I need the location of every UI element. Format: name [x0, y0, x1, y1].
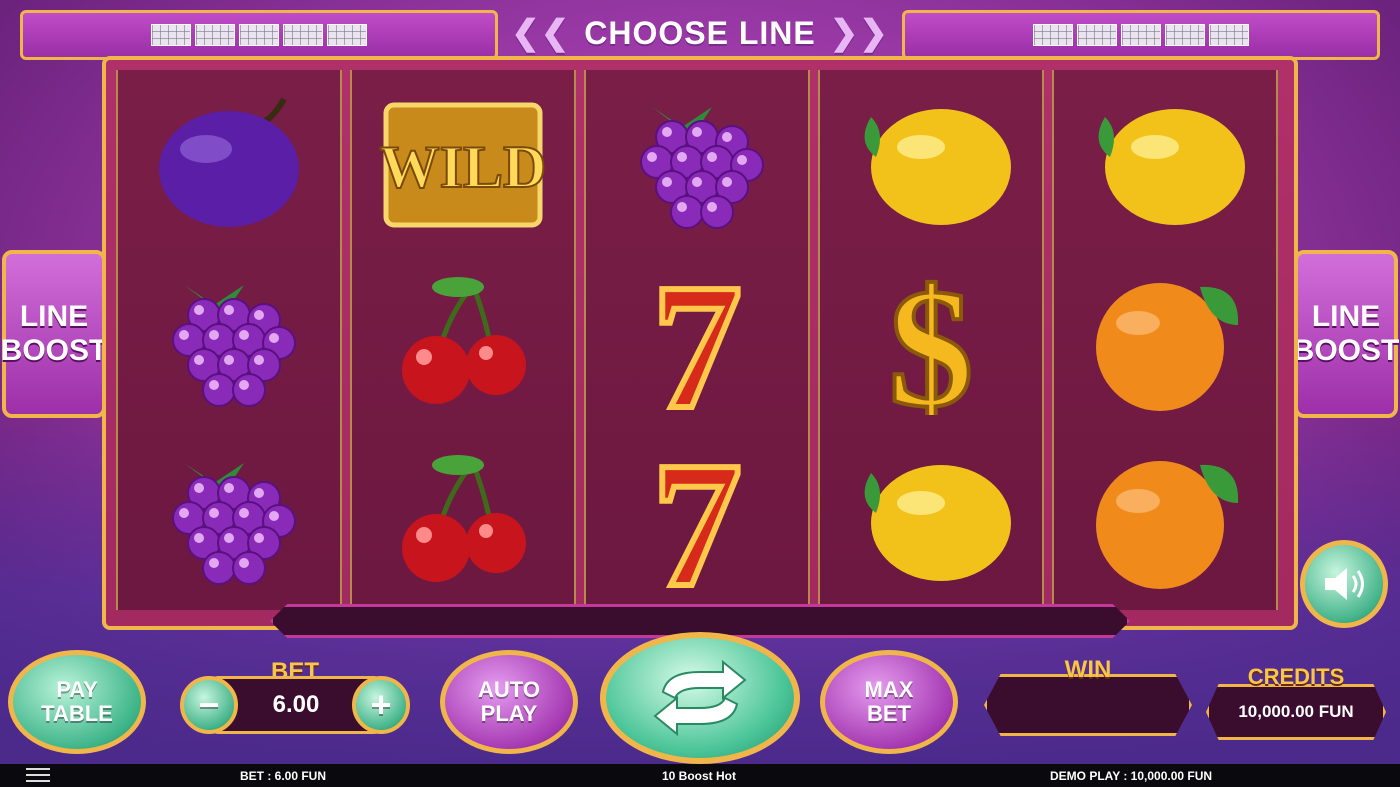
credits-value: 10,000.00 FUN	[1206, 684, 1386, 740]
line-box	[195, 24, 235, 46]
previous-line-arrow[interactable]: ❮❮	[511, 13, 570, 53]
lemon-symbol	[820, 74, 1042, 250]
reel-1	[116, 70, 342, 610]
line-box	[1165, 24, 1205, 46]
auto-play-label-1: AUTO	[478, 677, 540, 702]
line-indicator-left	[20, 10, 498, 60]
speaker-icon	[1325, 568, 1364, 600]
pay-table-label-1: PAY	[56, 677, 98, 702]
status-footer: BET : 6.00 FUN 10 Boost Hot DEMO PLAY : …	[0, 764, 1400, 787]
line-boost-label-boost: BOOST	[0, 334, 108, 367]
win-display: WIN	[984, 656, 1192, 740]
line-boost-button-right[interactable]: LINE BOOST	[1292, 250, 1400, 418]
svg-text:7: 7	[652, 265, 742, 415]
plum-symbol	[118, 74, 340, 250]
line-box	[327, 24, 367, 46]
auto-play-button[interactable]: AUTO PLAY	[440, 650, 578, 754]
lemon-symbol	[1054, 74, 1276, 250]
pay-table-button[interactable]: PAY TABLE	[8, 650, 146, 754]
choose-line-label: CHOOSE LINE	[584, 14, 816, 51]
win-label: WIN	[1064, 656, 1112, 683]
spin-button[interactable]	[600, 632, 800, 764]
next-line-arrow[interactable]: ❯❯	[830, 13, 889, 53]
reel-frame: WILD 7 7 $	[102, 56, 1298, 630]
line-boost-button-left[interactable]: LINE BOOST	[0, 250, 108, 418]
spin-icon	[653, 659, 747, 737]
footer-demo-balance: DEMO PLAY : 10,000.00 FUN	[1050, 769, 1213, 783]
max-bet-button[interactable]: MAX BET	[820, 650, 958, 754]
wild-label: WILD	[380, 134, 547, 200]
dollar-symbol: $	[820, 252, 1042, 428]
credits-label: CREDITS	[1247, 664, 1345, 689]
line-boost-label-line: LINE	[1311, 300, 1381, 333]
footer-bet: BET : 6.00 FUN	[240, 769, 327, 783]
seven-symbol: 7	[586, 430, 808, 606]
grapes-symbol	[118, 252, 340, 428]
max-bet-label-1: MAX	[864, 677, 914, 702]
increase-bet-button[interactable]: +	[352, 676, 410, 734]
cherry-symbol	[352, 252, 574, 428]
reel-5	[1052, 70, 1278, 610]
pay-table-label-2: TABLE	[41, 701, 113, 726]
decrease-bet-button[interactable]: −	[180, 676, 238, 734]
seven-symbol: 7	[586, 252, 808, 428]
line-box	[1033, 24, 1073, 46]
max-bet-label-2: BET	[866, 701, 911, 726]
line-box	[283, 24, 323, 46]
svg-text:$: $	[889, 265, 974, 415]
credits-display: 10,000.00 FUN CREDITS	[1206, 664, 1386, 744]
orange-symbol	[1054, 430, 1276, 606]
line-boost-label-line: LINE	[19, 300, 89, 333]
wild-symbol: WILD	[352, 74, 574, 250]
line-box	[1209, 24, 1249, 46]
line-box	[1121, 24, 1161, 46]
reel-3: 77	[584, 70, 810, 610]
line-box	[151, 24, 191, 46]
bet-control: BET 6.00 − +	[180, 658, 410, 738]
lemon-symbol	[820, 430, 1042, 606]
line-box	[1077, 24, 1117, 46]
reel-4: $	[818, 70, 1044, 610]
auto-play-label-2: PLAY	[480, 701, 538, 726]
cherry-symbol	[352, 430, 574, 606]
grapes-symbol	[586, 74, 808, 250]
sound-toggle-button[interactable]	[1300, 540, 1388, 628]
orange-symbol	[1054, 252, 1276, 428]
line-box	[239, 24, 279, 46]
game-title: 10 Boost Hot	[662, 769, 737, 783]
line-boost-label-boost: BOOST	[1292, 334, 1400, 367]
grapes-symbol	[118, 430, 340, 606]
menu-icon[interactable]	[26, 768, 50, 782]
line-indicator-right	[902, 10, 1380, 60]
reel-2: WILD	[350, 70, 576, 610]
choose-line-header: ❮❮ CHOOSE LINE ❯❯	[500, 12, 900, 54]
svg-text:7: 7	[652, 443, 742, 593]
